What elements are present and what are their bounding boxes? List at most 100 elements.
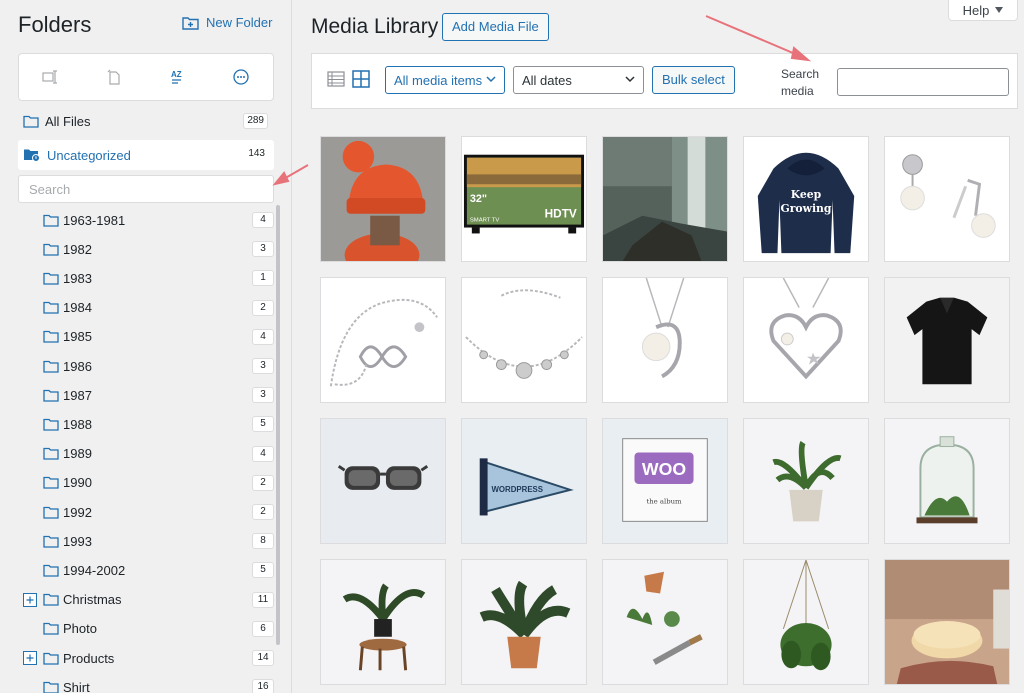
rename-folder-button[interactable]	[34, 60, 68, 94]
folder-spacer	[22, 417, 38, 431]
media-item-soap-bar[interactable]	[884, 559, 1010, 685]
folder-spacer	[22, 213, 38, 227]
bulk-select-button[interactable]: Bulk select	[652, 66, 735, 94]
folder-icon	[43, 476, 59, 489]
media-item-plant-on-stool[interactable]	[320, 559, 446, 685]
rename-icon	[42, 70, 57, 84]
folder-item[interactable]: 1986 3	[18, 354, 274, 378]
list-view-button[interactable]	[326, 69, 346, 89]
media-item-woo-album[interactable]: WOO the album	[602, 418, 728, 544]
folder-count: 2	[252, 504, 274, 520]
uncategorized-item[interactable]: Uncategorized 143	[18, 140, 274, 170]
folder-count: 8	[252, 533, 274, 550]
svg-text:Growing: Growing	[781, 202, 832, 215]
folder-item[interactable]: 1990 2	[18, 471, 274, 495]
list-view-icon	[327, 71, 345, 87]
folder-item[interactable]: Shirt 16	[18, 675, 274, 693]
folder-label: 1989	[63, 446, 92, 462]
add-media-file-button[interactable]: Add Media File	[442, 13, 549, 41]
folder-item[interactable]: 1989 4	[18, 442, 274, 466]
delete-folder-button[interactable]	[97, 60, 131, 94]
folder-icon	[43, 418, 59, 431]
media-item-calathea-plant[interactable]	[461, 559, 587, 685]
folder-count: 3	[252, 387, 274, 404]
media-item-hanging-plant[interactable]	[743, 559, 869, 685]
media-item-flower-bracelet[interactable]	[461, 277, 587, 403]
media-thumbnail	[462, 278, 586, 402]
media-item-heart-pendant[interactable]	[743, 277, 869, 403]
caret-down-icon	[995, 7, 1004, 13]
expand-folder-icon[interactable]	[22, 592, 38, 607]
svg-text:AZ: AZ	[171, 70, 182, 79]
media-item-sunglasses[interactable]	[320, 418, 446, 544]
folder-item[interactable]: 1963-1981 4	[18, 208, 274, 232]
media-type-filter[interactable]: All media items	[385, 66, 505, 94]
more-options-button[interactable]	[224, 60, 258, 94]
media-item-smart-tv[interactable]: 32" HDTV SMART TV	[461, 136, 587, 262]
expand-folder-icon[interactable]	[22, 651, 38, 665]
folder-item[interactable]: 1985 4	[18, 325, 274, 349]
media-thumbnail: 32" HDTV SMART TV	[462, 137, 586, 261]
folder-item[interactable]: 1993 8	[18, 529, 274, 553]
delete-icon	[107, 69, 120, 85]
folder-count: 2	[252, 474, 274, 491]
folder-spacer	[22, 388, 38, 402]
media-grid: 32" HDTV SMART TV Keep Growing WORDPRESS WOO th…	[320, 136, 1020, 693]
folder-count: 16	[252, 679, 274, 693]
media-thumbnail	[603, 137, 727, 261]
folder-icon	[43, 330, 59, 343]
sort-folders-button[interactable]: AZ	[161, 60, 195, 94]
folder-item[interactable]: 1984 2	[18, 296, 274, 320]
folder-item[interactable]: Products 14	[18, 646, 274, 670]
folder-item[interactable]: Christmas 11	[18, 588, 274, 612]
media-item-gardening-tools[interactable]	[602, 559, 728, 685]
media-item-orange-beanie[interactable]	[320, 136, 446, 262]
folder-icon	[43, 681, 59, 693]
media-item-hoodie[interactable]: Keep Growing	[743, 136, 869, 262]
folder-count: 11	[252, 591, 274, 608]
media-item-pearl-pendant[interactable]	[602, 277, 728, 403]
folder-count: 5	[252, 562, 274, 579]
folder-icon	[43, 447, 59, 460]
chevron-down-icon	[625, 76, 635, 83]
grid-view-button[interactable]	[351, 69, 371, 89]
folder-label: 1992	[63, 504, 92, 520]
search-media-input[interactable]	[837, 68, 1009, 96]
help-button[interactable]: Help	[948, 0, 1018, 21]
date-filter-value: All dates	[522, 72, 572, 88]
folder-label: 1984	[63, 300, 92, 316]
media-thumbnail	[885, 137, 1009, 261]
uncategorized-label: Uncategorized	[47, 147, 131, 163]
media-item-wordpress-pennant[interactable]: WORDPRESS	[461, 418, 587, 544]
date-filter[interactable]: All dates	[513, 66, 644, 94]
folder-item[interactable]: 1994-2002 5	[18, 558, 274, 582]
media-item-black-polo[interactable]	[884, 277, 1010, 403]
folder-icon	[43, 389, 59, 402]
new-folder-button[interactable]: New Folder	[182, 15, 272, 30]
folder-icon	[43, 301, 59, 314]
media-item-terrarium[interactable]	[884, 418, 1010, 544]
media-item-infinity-bracelet[interactable]	[320, 277, 446, 403]
search-media-label: Search media	[781, 67, 820, 98]
folder-spacer	[22, 622, 38, 636]
folder-label: 1993	[63, 533, 92, 549]
folder-search-input[interactable]	[18, 175, 274, 203]
folder-count: 1	[252, 270, 274, 287]
folder-tree-scrollbar[interactable]	[276, 205, 280, 645]
media-item-potted-plant[interactable]	[743, 418, 869, 544]
folder-item[interactable]: 1987 3	[18, 383, 274, 407]
folder-label: Shirt	[63, 679, 90, 693]
folder-spacer	[22, 563, 38, 577]
media-item-pearl-earrings[interactable]	[884, 136, 1010, 262]
folder-item[interactable]: Photo 6	[18, 617, 274, 641]
folder-item[interactable]: 1983 1	[18, 266, 274, 290]
folder-item[interactable]: 1992 2	[18, 500, 274, 524]
folder-icon	[43, 360, 59, 373]
media-item-waterfall[interactable]	[602, 136, 728, 262]
folder-item[interactable]: 1982 3	[18, 237, 274, 261]
media-type-value: All media items	[394, 72, 483, 88]
all-files-label: All Files	[45, 113, 91, 129]
all-files-item[interactable]: All Files 289	[18, 107, 274, 135]
folder-count: 2	[252, 299, 274, 316]
folder-item[interactable]: 1988 5	[18, 412, 274, 436]
